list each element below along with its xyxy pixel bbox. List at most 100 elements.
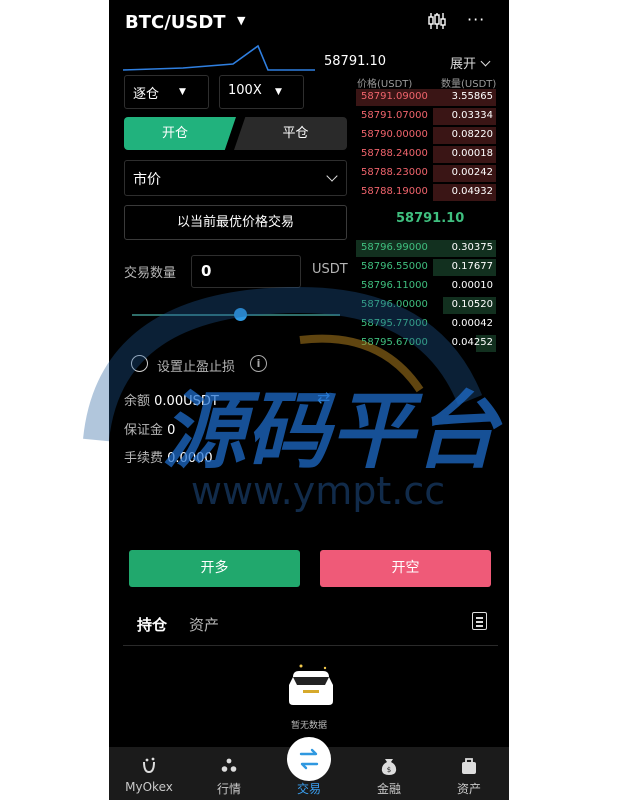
row-qty: 0.04252	[451, 337, 493, 348]
row-price: 58790.00000	[361, 129, 428, 140]
trade-icon	[299, 748, 319, 770]
bid-row[interactable]: 58796.55000 0.17677	[356, 259, 496, 276]
balance-row: 余额 0.00USDT	[124, 390, 219, 409]
phone-screen: BTC/USDT ▼ ··· 58791.10 展开 逐仓 ▼ 100X ▼ 开…	[109, 0, 509, 800]
open-short-button[interactable]: 开空	[320, 550, 491, 587]
row-price: 58796.11000	[361, 280, 428, 291]
bid-row[interactable]: 58796.00000 0.10520	[356, 297, 496, 314]
row-price: 58796.55000	[361, 261, 428, 272]
myokex-icon	[143, 757, 155, 774]
transfer-icon[interactable]: ⇄	[317, 388, 330, 407]
ask-row[interactable]: 58791.07000 0.03334	[356, 108, 496, 125]
quantity-input[interactable]: 0	[191, 255, 301, 288]
more-icon[interactable]: ···	[467, 10, 485, 29]
row-price: 58795.67000	[361, 337, 428, 348]
row-qty: 0.30375	[451, 242, 493, 253]
pair-dropdown-icon[interactable]: ▼	[237, 14, 245, 27]
last-price: 58791.10	[324, 54, 387, 69]
nav-label: MyOkex	[125, 780, 173, 794]
caret-down-icon: ▼	[275, 87, 282, 97]
empty-state-text: 暂无数据	[290, 721, 327, 731]
ask-row[interactable]: 58790.00000 0.08220	[356, 127, 496, 144]
orderbook-price-header: 价格(USDT)	[357, 79, 413, 90]
order-type-value: 市价	[133, 172, 161, 188]
row-qty: 0.08220	[451, 129, 493, 140]
tpsl-radio[interactable]	[131, 355, 148, 372]
empty-box-icon	[289, 664, 333, 705]
row-qty: 0.00010	[451, 280, 493, 291]
tab-close-position[interactable]: 平仓	[234, 117, 347, 150]
nav-label: 金融	[376, 782, 401, 796]
row-qty: 3.55865	[451, 91, 493, 102]
nav-item-assets[interactable]: 资产	[429, 747, 509, 800]
row-price: 58796.00000	[361, 299, 428, 310]
ask-row[interactable]: 58788.19000 0.04932	[356, 184, 496, 201]
fee-value: 0.0000	[167, 451, 213, 466]
orderbook-mid-price[interactable]: 58791.10	[396, 211, 464, 226]
bid-row[interactable]: 58796.11000 0.00010	[356, 278, 496, 295]
nav-label: 行情	[216, 782, 241, 796]
tab-holdings[interactable]: 持仓	[137, 614, 167, 635]
assets-icon	[462, 758, 476, 774]
slider-handle[interactable]	[234, 308, 247, 321]
ask-row[interactable]: 58791.09000 3.55865	[356, 89, 496, 106]
ask-row[interactable]: 58788.23000 0.00242	[356, 165, 496, 182]
bid-row[interactable]: 58795.77000 0.00042	[356, 316, 496, 333]
finance-icon: $	[381, 759, 397, 775]
row-qty: 0.00042	[451, 318, 493, 329]
margin-mode-value: 逐仓	[133, 87, 160, 102]
row-price: 58791.09000	[361, 91, 428, 102]
quantity-unit: USDT	[312, 262, 348, 277]
tab-assets[interactable]: 资产	[189, 614, 219, 635]
open-close-tabs: 开仓 平仓	[124, 117, 347, 150]
bid-row[interactable]: 58796.99000 0.30375	[356, 240, 496, 257]
row-price: 58796.99000	[361, 242, 428, 253]
info-icon[interactable]: i	[250, 355, 267, 372]
open-long-button[interactable]: 开多	[129, 550, 300, 587]
row-price: 58795.77000	[361, 318, 428, 329]
nav-item-finance[interactable]: $ 金融	[349, 747, 429, 800]
best-price-button[interactable]: 以当前最优价格交易	[124, 205, 347, 240]
row-qty: 0.00018	[451, 148, 493, 159]
leverage-value: 100X	[228, 83, 262, 98]
tab-open-position[interactable]: 开仓	[124, 117, 236, 150]
nav-label: 交易	[296, 782, 321, 796]
caret-down-icon: ▼	[179, 87, 186, 97]
nav-item-myokex[interactable]: MyOkex	[109, 747, 189, 800]
trade-button[interactable]	[287, 737, 331, 781]
market-icon	[221, 758, 237, 772]
order-type-select[interactable]: 市价	[124, 160, 347, 196]
nav-item-market[interactable]: 行情	[189, 747, 269, 800]
margin-row: 保证金 0	[124, 419, 175, 438]
margin-value: 0	[167, 423, 176, 438]
divider	[123, 645, 498, 646]
candlestick-icon[interactable]	[427, 12, 447, 30]
mini-price-chart	[123, 44, 315, 71]
row-qty: 0.17677	[451, 261, 493, 272]
row-qty: 0.03334	[451, 110, 493, 121]
expand-label: 展开	[450, 57, 477, 72]
bid-row[interactable]: 58795.67000 0.04252	[356, 335, 496, 352]
row-price: 58791.07000	[361, 110, 428, 121]
orderbook-qty-header: 数量(USDT)	[441, 79, 497, 90]
row-qty: 0.00242	[451, 167, 493, 178]
chevron-down-icon	[480, 56, 491, 67]
header: BTC/USDT ▼ ···	[109, 0, 509, 46]
row-price: 58788.23000	[361, 167, 428, 178]
row-price: 58788.19000	[361, 186, 428, 197]
margin-label: 保证金	[124, 423, 164, 438]
tpsl-label: 设置止盈止损	[157, 360, 236, 375]
pair-title[interactable]: BTC/USDT	[125, 12, 226, 33]
row-price: 58788.24000	[361, 148, 428, 159]
ask-row[interactable]: 58788.24000 0.00018	[356, 146, 496, 163]
fee-row: 手续费 0.0000	[124, 447, 213, 466]
balance-value: 0.00USDT	[154, 394, 219, 409]
row-qty: 0.10520	[451, 299, 493, 310]
nav-label: 资产	[456, 782, 481, 796]
leverage-select[interactable]: 100X ▼	[219, 75, 304, 109]
margin-mode-select[interactable]: 逐仓 ▼	[124, 75, 209, 109]
order-history-icon[interactable]	[472, 612, 487, 630]
expand-button[interactable]: 展开	[450, 53, 491, 72]
svg-text:$: $	[387, 766, 391, 774]
row-qty: 0.04932	[451, 186, 493, 197]
